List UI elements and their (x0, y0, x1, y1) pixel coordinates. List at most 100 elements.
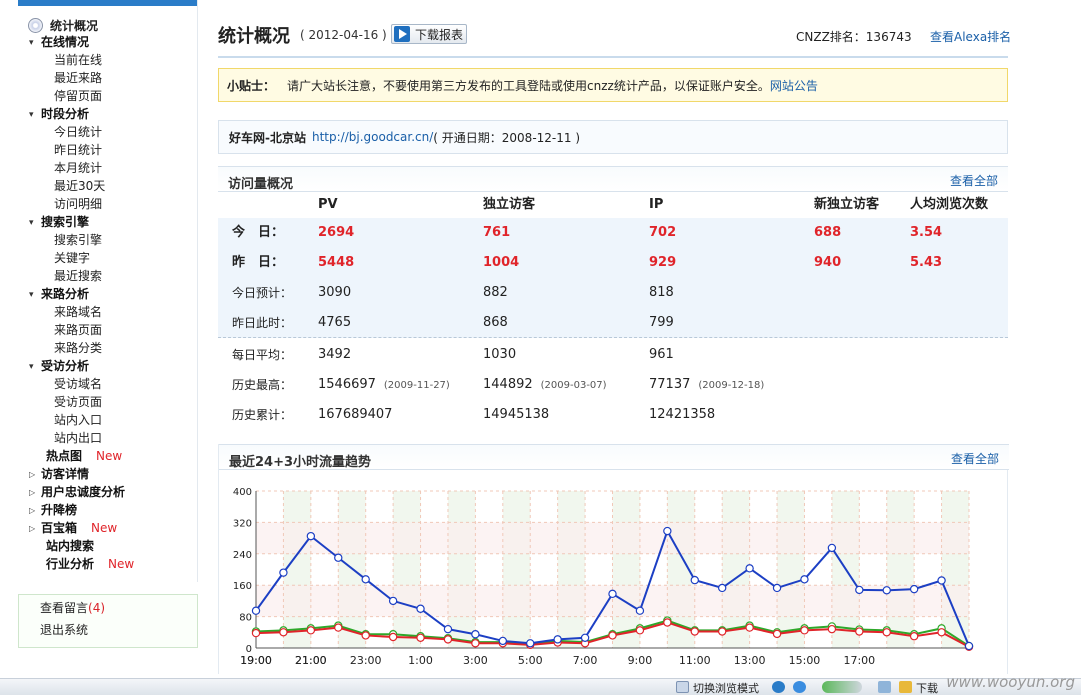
sidebar-item[interactable]: 受访页面 (54, 393, 102, 411)
chart-data-point (745, 623, 754, 632)
chart-x-tick-label: 9:00 (628, 654, 653, 667)
chart-data-point (580, 633, 590, 642)
chart-data-point (443, 624, 453, 634)
chart-x-tick-label: 19:00 (240, 654, 272, 667)
messages-link[interactable]: 查看留言(4) (40, 599, 105, 616)
chart-data-point (443, 635, 453, 644)
cell-value: 1004 (483, 255, 520, 270)
sidebar-group-visitor-detail[interactable]: ▷ 访客详情 (29, 465, 89, 484)
cell-value: 77137 (2009-12-18) (649, 377, 765, 392)
site-open-date: ( 开通日期：2008-12-11 ) (433, 130, 581, 145)
page-date: ( 2012-04-16 ) (300, 28, 387, 42)
column-header: IP (649, 197, 664, 212)
triangle-down-icon: ▾ (29, 290, 34, 300)
sidebar-group-visited[interactable]: ▾ 受访分析 (29, 357, 89, 376)
chart-x-tick-label: 13:00 (734, 654, 766, 667)
sidebar-item-heatmap[interactable]: 热点图 New (46, 447, 122, 465)
download-report-button[interactable]: 下载报表 (391, 24, 467, 44)
chart-data-point (334, 553, 343, 562)
sidebar-item[interactable]: 来路域名 (54, 303, 102, 321)
chart-data-point (855, 585, 864, 595)
sidebar-item[interactable]: 关键字 (54, 249, 90, 267)
cnzz-rank: CNZZ排名：136743 (796, 30, 912, 44)
chart-data-point (772, 629, 782, 639)
sidebar-item[interactable]: 站内入口 (54, 411, 102, 429)
download-icon[interactable] (899, 681, 912, 693)
sidebar-home[interactable]: 统计概况 (28, 16, 98, 34)
cell-value: 799 (649, 315, 674, 330)
cell-value: 940 (814, 255, 842, 270)
chart-data-point (553, 635, 562, 644)
chart-data-point (471, 639, 480, 648)
sidebar-item[interactable]: 来路分类 (54, 339, 102, 357)
column-header: 新独立访客 (814, 197, 880, 212)
window-icon[interactable] (878, 681, 891, 693)
sidebar-group-referrer[interactable]: ▾ 来路分析 (29, 285, 89, 304)
sidebar-item[interactable]: 最近搜索 (54, 267, 102, 285)
chart-column-band (777, 491, 805, 648)
alexa-rank-link[interactable]: 查看Alexa排名 (930, 28, 1011, 45)
triangle-right-icon: ▷ (29, 470, 36, 479)
chart-data-point (498, 636, 508, 646)
chart-data-point (827, 543, 837, 553)
sidebar-item[interactable]: 来路页面 (54, 321, 102, 339)
sidebar-item[interactable]: 受访域名 (54, 375, 102, 393)
trend-view-all-link[interactable]: 查看全部 (951, 450, 999, 467)
cell-value: 3492 (318, 347, 352, 362)
site-notice-link[interactable]: 网站公告 (770, 77, 818, 94)
play-icon (394, 26, 410, 42)
chart-data-point (388, 632, 398, 642)
sidebar: 统计概况 ▾ 在线情况 当前在线 最近来路 停留页面 ▾ 时段分析 今日统计 昨日统… (18, 0, 198, 582)
chart-x-tick-label: 23:00 (350, 654, 382, 667)
chart-data-point (279, 628, 288, 637)
chart-data-point (882, 628, 891, 637)
new-badge: New (108, 557, 135, 571)
cell-value: 5.43 (910, 255, 943, 270)
sidebar-item[interactable]: 当前在线 (54, 51, 102, 69)
sidebar-group-search[interactable]: ▾ 搜索引擎 (29, 213, 89, 232)
browse-mode-label[interactable]: 切换浏览模式 (693, 680, 759, 695)
table-row: 今日预计： 3090 882 818 (218, 278, 1008, 308)
chart-column-band (283, 491, 311, 648)
row-label: 今 日： (232, 225, 285, 240)
sidebar-item-industry[interactable]: 行业分析 New (46, 555, 134, 573)
sidebar-item-site-search[interactable]: 站内搜索 (46, 537, 94, 555)
sidebar-item[interactable]: 昨日统计 (54, 141, 102, 159)
sidebar-group-toolbox[interactable]: ▷ 百宝箱 New (29, 519, 117, 538)
sidebar-item[interactable]: 搜索引擎 (54, 231, 102, 249)
triangle-right-icon: ▷ (29, 506, 36, 515)
sidebar-group-time[interactable]: ▾ 时段分析 (29, 105, 89, 124)
sidebar-group-loyalty[interactable]: ▷ 用户忠诚度分析 (29, 483, 125, 502)
trend-title: 最近24+3小时流量趋势 (229, 455, 372, 470)
chart-x-tick-label: 21:00 (295, 654, 327, 667)
cell-value: 14945138 (483, 407, 550, 422)
sidebar-item[interactable]: 停留页面 (54, 87, 102, 105)
chart-x-tick-label: 7:00 (573, 654, 598, 667)
globe-icon[interactable] (793, 681, 806, 693)
cell-value: 961 (649, 347, 674, 362)
sidebar-item[interactable]: 今日统计 (54, 123, 102, 141)
table-row: 历史累计： 167689407 14945138 12421358 (218, 400, 1008, 430)
chart-x-tick-label: 5:00 (518, 654, 543, 667)
sidebar-group-online[interactable]: ▾ 在线情况 (29, 33, 89, 52)
overview-title: 访问量概况 (228, 177, 294, 192)
sidebar-item[interactable]: 最近来路 (54, 69, 102, 87)
table-row: 每日平均： 3492 1030 961 (218, 340, 1008, 370)
sidebar-item[interactable]: 访问明细 (54, 195, 102, 213)
site-url-link[interactable]: http://bj.goodcar.cn/ (312, 130, 433, 144)
toggle-icon[interactable] (822, 681, 862, 693)
ie-icon[interactable] (772, 681, 785, 693)
overview-view-all-link[interactable]: 查看全部 (950, 172, 998, 189)
chart-y-tick-label: 240 (233, 550, 252, 561)
sidebar-item[interactable]: 最近30天 (54, 177, 105, 195)
chart-data-point (964, 641, 974, 651)
sidebar-group-rank-change[interactable]: ▷ 升降榜 (29, 501, 77, 520)
sidebar-item[interactable]: 站内出口 (54, 429, 102, 447)
browser-mode-icon[interactable] (676, 681, 689, 693)
tip-label: 小贴士： (227, 78, 276, 93)
logout-link[interactable]: 退出系统 (40, 621, 88, 638)
download-label[interactable]: 下载 (916, 680, 938, 695)
chart-data-point (882, 586, 891, 595)
chart-data-point (690, 627, 699, 636)
sidebar-item[interactable]: 本月统计 (54, 159, 102, 177)
